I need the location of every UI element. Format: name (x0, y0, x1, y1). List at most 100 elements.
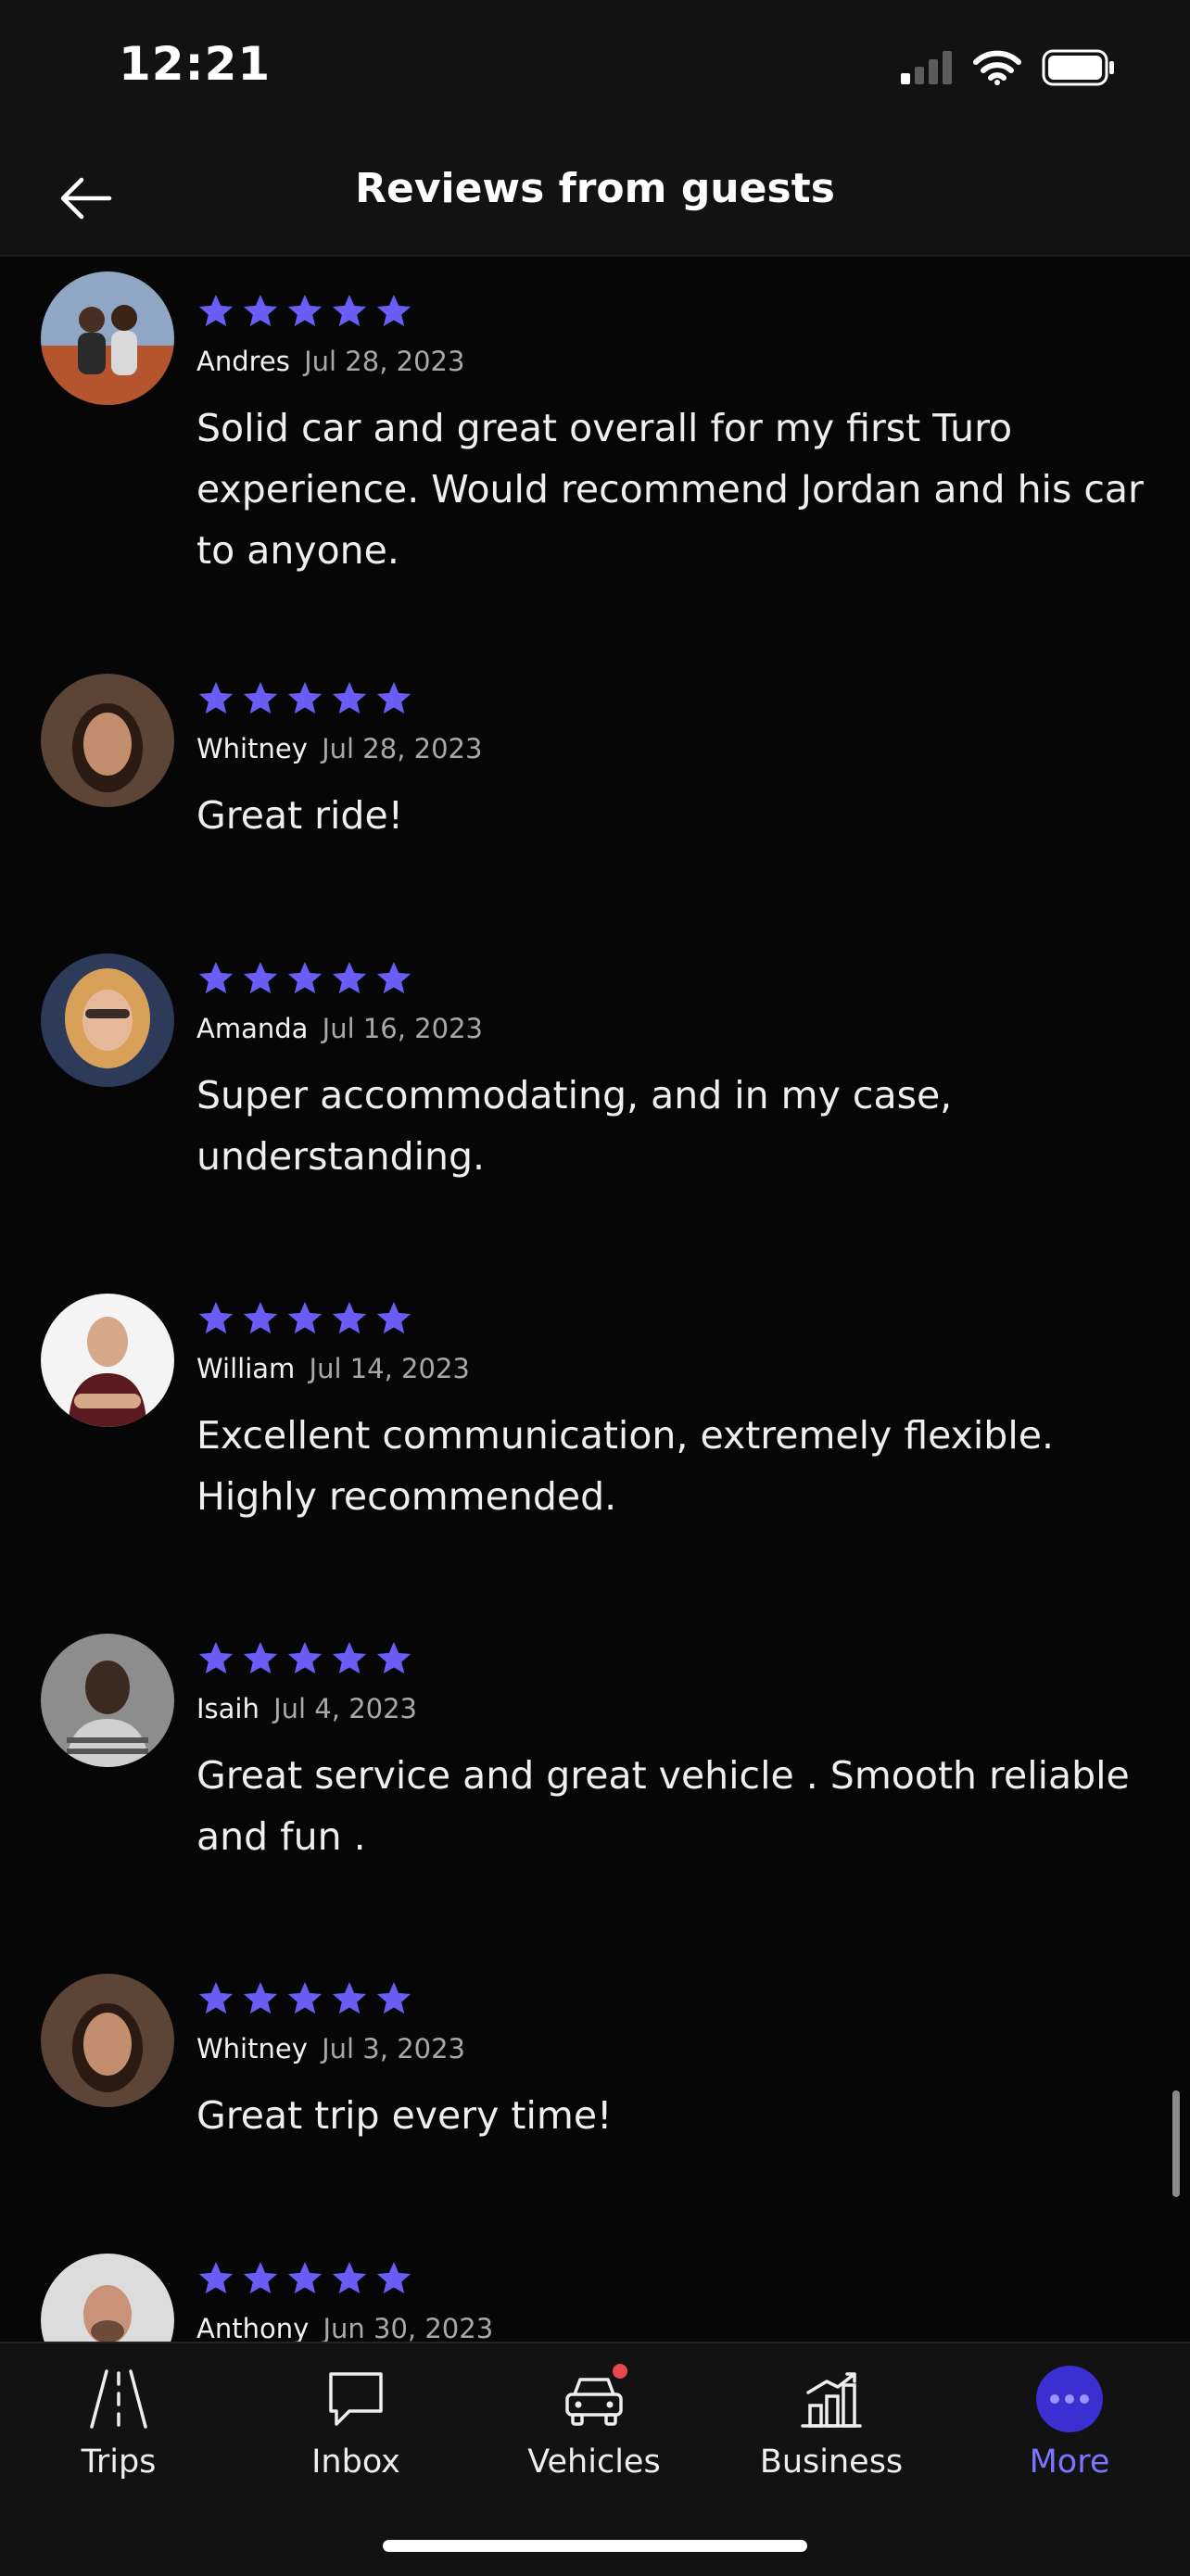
review-text: Great service and great vehicle . Smooth… (196, 1753, 1130, 1859)
tab-vehicles[interactable]: Vehicles (492, 2362, 696, 2501)
star-icon (332, 1641, 367, 1674)
avatar[interactable] (41, 674, 174, 807)
star-icon (287, 1641, 323, 1674)
star-icon (198, 961, 234, 994)
scrollbar[interactable] (1172, 2090, 1180, 2197)
star-icon (198, 681, 234, 714)
review-byline: Andres Jul 28, 2023 (196, 346, 464, 377)
review-date: Jul 28, 2023 (304, 346, 465, 377)
star-icon (376, 1981, 411, 2014)
star-icon (198, 1981, 234, 2014)
tab-business[interactable]: Business (729, 2362, 933, 2501)
star-icon (376, 681, 411, 714)
star-icon (376, 961, 411, 994)
star-icon (376, 2261, 411, 2294)
status-icons (901, 46, 1116, 89)
rating-stars (196, 1299, 413, 1336)
review-text: Great ride! (196, 793, 404, 838)
star-icon (287, 294, 323, 327)
star-icon (243, 294, 278, 327)
review-byline: Whitney Jul 28, 2023 (196, 733, 482, 764)
rating-stars (196, 679, 413, 716)
review-text: Excellent communication, extremely flexi… (196, 1413, 1054, 1519)
review-text: Super accommodating, and in my case, und… (196, 1073, 953, 1179)
star-icon (287, 2261, 323, 2294)
rating-stars (196, 1639, 413, 1676)
tab-more[interactable]: More (968, 2362, 1171, 2501)
chat-bubble-icon (319, 2362, 393, 2436)
more-dots-icon (1032, 2362, 1107, 2436)
star-icon (332, 681, 367, 714)
review-text: Great trip every time! (196, 2093, 613, 2138)
review-text: Solid car and great overall for my first… (196, 406, 1144, 573)
star-icon (376, 1301, 411, 1334)
star-icon (198, 1641, 234, 1674)
home-indicator[interactable] (383, 2540, 807, 2552)
battery-icon (1042, 49, 1114, 86)
page-title: Reviews from guests (355, 165, 835, 212)
avatar[interactable] (41, 2254, 174, 2342)
review-byline: Whitney Jul 3, 2023 (196, 2033, 465, 2065)
rating-stars (196, 1979, 413, 2016)
review-date: Jul 3, 2023 (322, 2033, 465, 2065)
review-byline: Anthony Jun 30, 2023 (196, 2313, 493, 2342)
review-byline: William Jul 14, 2023 (196, 1353, 470, 1384)
review-date: Jul 28, 2023 (322, 733, 483, 764)
nav-header: Reviews from guests (0, 139, 1190, 257)
rating-stars (196, 2259, 413, 2296)
star-icon (243, 961, 278, 994)
star-icon (198, 1301, 234, 1334)
star-icon (376, 1641, 411, 1674)
review-date: Jul 4, 2023 (273, 1693, 417, 1724)
reviewer-name: Whitney (196, 2033, 308, 2065)
status-bar: 12:21 (0, 0, 1190, 139)
star-icon (332, 1301, 367, 1334)
rating-stars (196, 292, 413, 329)
review-byline: Amanda Jul 16, 2023 (196, 1013, 483, 1044)
reviewer-name: Isaih (196, 1693, 260, 1724)
star-icon (198, 2261, 234, 2294)
star-icon (287, 681, 323, 714)
avatar[interactable] (41, 1294, 174, 1427)
reviewer-name: Anthony (196, 2313, 310, 2342)
star-icon (287, 961, 323, 994)
cellular-signal-icon (901, 51, 952, 84)
reviewer-name: Amanda (196, 1013, 309, 1044)
review-list[interactable]: Andres Jul 28, 2023 Solid car and great … (0, 257, 1190, 2342)
tab-label: Trips (81, 2443, 157, 2481)
bar-chart-icon (794, 2362, 868, 2436)
star-icon (243, 681, 278, 714)
star-icon (198, 294, 234, 327)
star-icon (332, 2261, 367, 2294)
avatar[interactable] (41, 1974, 174, 2107)
avatar[interactable] (41, 953, 174, 1087)
review-date: Jul 16, 2023 (322, 1013, 483, 1044)
star-icon (332, 961, 367, 994)
star-icon (332, 294, 367, 327)
tab-trips[interactable]: Trips (17, 2362, 221, 2501)
car-icon (557, 2362, 631, 2436)
review-date: Jul 14, 2023 (309, 1353, 470, 1384)
tab-inbox[interactable]: Inbox (254, 2362, 458, 2501)
avatar[interactable] (41, 1634, 174, 1767)
reviewer-name: Whitney (196, 733, 308, 764)
notification-dot (613, 2364, 627, 2379)
star-icon (243, 1981, 278, 2014)
tab-label: Inbox (311, 2443, 400, 2481)
star-icon (287, 1301, 323, 1334)
review-date: Jun 30, 2023 (323, 2313, 494, 2342)
star-icon (332, 1981, 367, 2014)
star-icon (243, 2261, 278, 2294)
review-byline: Isaih Jul 4, 2023 (196, 1693, 417, 1724)
tab-label: Business (759, 2443, 904, 2481)
star-icon (287, 1981, 323, 2014)
star-icon (243, 1301, 278, 1334)
rating-stars (196, 959, 413, 996)
reviewer-name: Andres (196, 346, 290, 377)
star-icon (376, 294, 411, 327)
wifi-icon (973, 50, 1021, 85)
tab-label: Vehicles (527, 2443, 661, 2481)
avatar[interactable] (41, 271, 174, 405)
tab-label: More (1029, 2443, 1110, 2481)
road-icon (82, 2362, 156, 2436)
